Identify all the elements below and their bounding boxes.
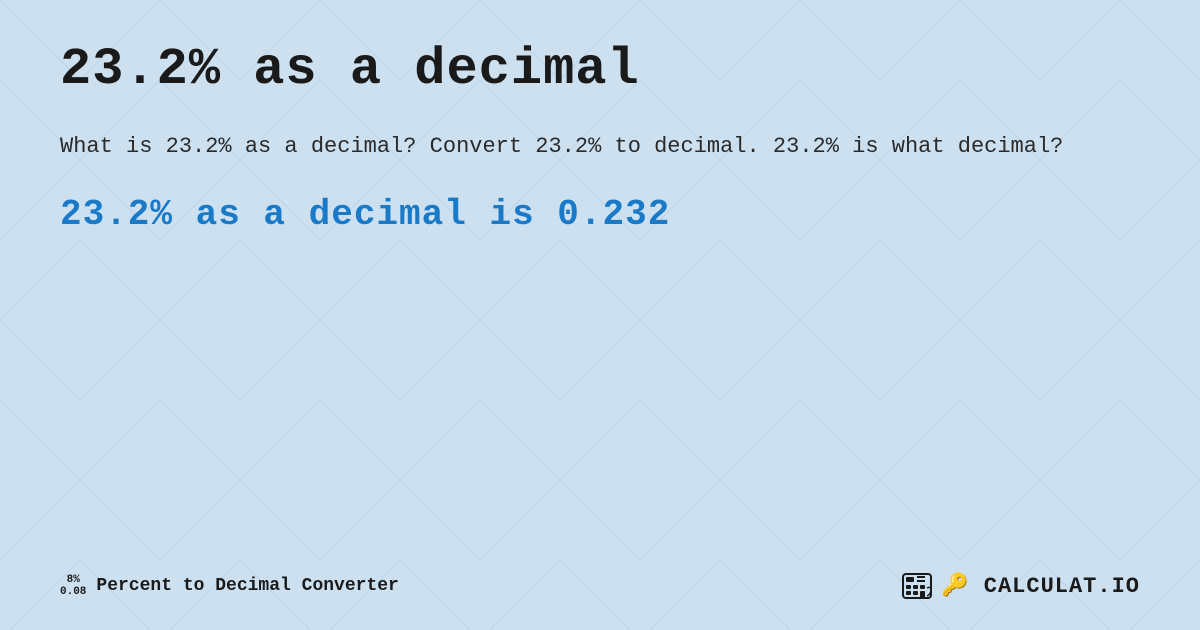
percent-fraction-icon: 8% 0.08: [60, 574, 86, 598]
footer-left: 8% 0.08 Percent to Decimal Converter: [60, 574, 399, 598]
calculat-io-logo: [901, 572, 933, 600]
page-description: What is 23.2% as a decimal? Convert 23.2…: [60, 129, 1140, 164]
percent-bottom: 0.08: [60, 586, 86, 598]
page-title: 23.2% as a decimal: [60, 40, 1140, 99]
calculat-io-text: 🔑 CALCULAT.IO: [941, 573, 1140, 599]
percent-top: 8%: [67, 574, 80, 586]
converter-label: Percent to Decimal Converter: [96, 576, 398, 596]
result-text: 23.2% as a decimal is 0.232: [60, 194, 1140, 235]
footer-right: 🔑 CALCULAT.IO: [901, 572, 1140, 600]
calculator-icon: [901, 572, 933, 600]
